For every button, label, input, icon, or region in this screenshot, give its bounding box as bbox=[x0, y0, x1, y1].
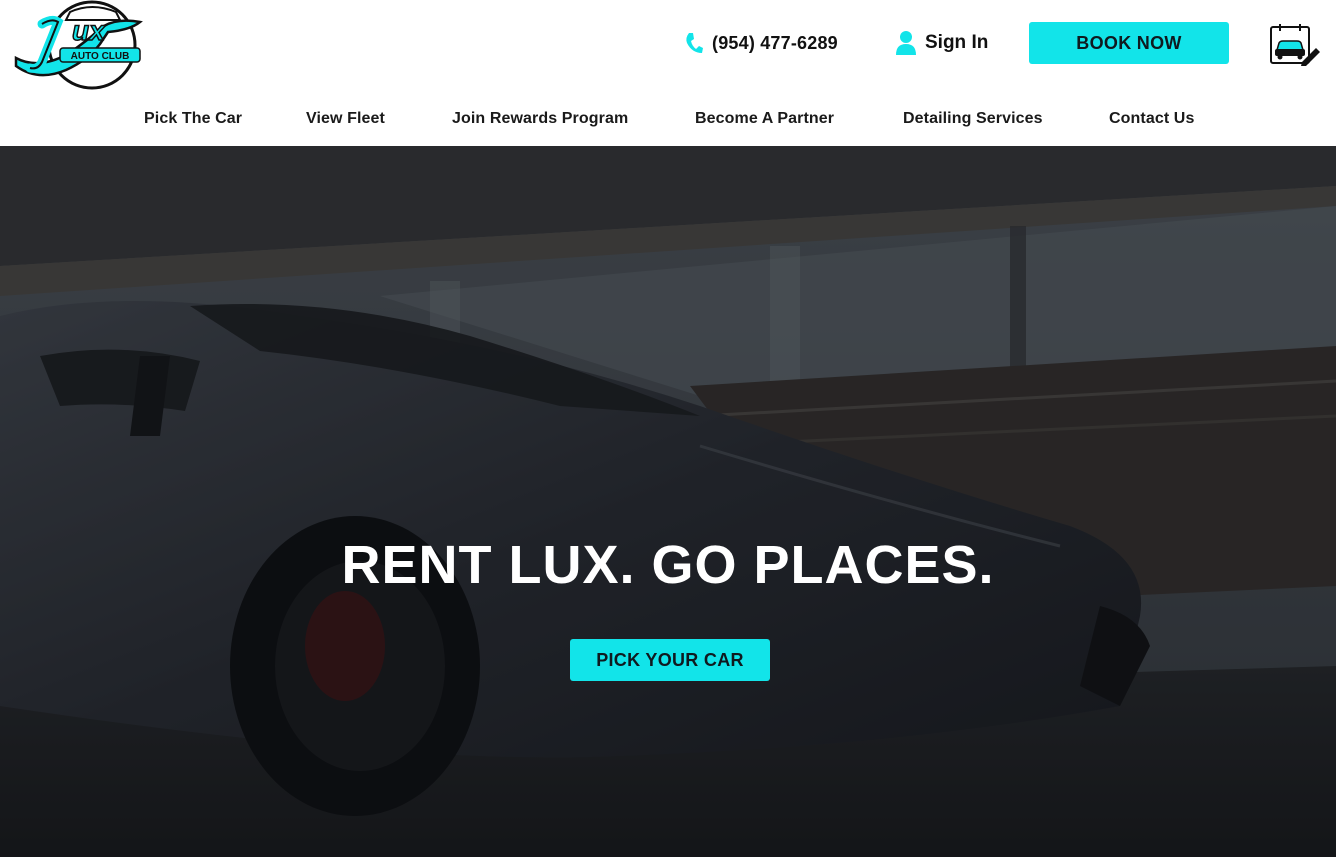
phone-link[interactable]: (954) 477-6289 bbox=[684, 30, 838, 56]
sign-in-label: Sign In bbox=[925, 32, 989, 53]
book-now-button[interactable]: BOOK NOW bbox=[1029, 22, 1229, 64]
car-booking-icon[interactable] bbox=[1266, 22, 1322, 66]
svg-text:ux: ux bbox=[72, 15, 106, 46]
main-nav: Pick The Car View Fleet Join Rewards Pro… bbox=[0, 104, 1336, 138]
site-header: ux AUTO CLUB (954) 477-6289 Sign In BOOK… bbox=[0, 0, 1336, 146]
nav-item-pick-the-car[interactable]: Pick The Car bbox=[144, 110, 242, 128]
phone-number: (954) 477-6289 bbox=[712, 32, 838, 53]
hero-section: RENT LUX. GO PLACES. PICK YOUR CAR bbox=[0, 146, 1336, 857]
phone-icon bbox=[684, 31, 704, 55]
nav-item-detailing-services[interactable]: Detailing Services bbox=[903, 110, 1043, 128]
nav-item-contact-us[interactable]: Contact Us bbox=[1109, 110, 1194, 128]
hero-overlay bbox=[0, 146, 1336, 857]
nav-item-view-fleet[interactable]: View Fleet bbox=[306, 110, 385, 128]
nav-item-join-rewards-program[interactable]: Join Rewards Program bbox=[452, 110, 628, 128]
hero-title: RENT LUX. GO PLACES. bbox=[341, 535, 995, 595]
sign-in-link[interactable]: Sign In bbox=[895, 29, 988, 57]
lux-auto-club-logo[interactable]: ux AUTO CLUB bbox=[8, 0, 154, 92]
nav-item-become-a-partner[interactable]: Become A Partner bbox=[695, 110, 834, 128]
user-icon bbox=[895, 30, 917, 56]
pick-your-car-button[interactable]: PICK YOUR CAR bbox=[570, 639, 770, 681]
svg-text:AUTO CLUB: AUTO CLUB bbox=[71, 51, 130, 62]
